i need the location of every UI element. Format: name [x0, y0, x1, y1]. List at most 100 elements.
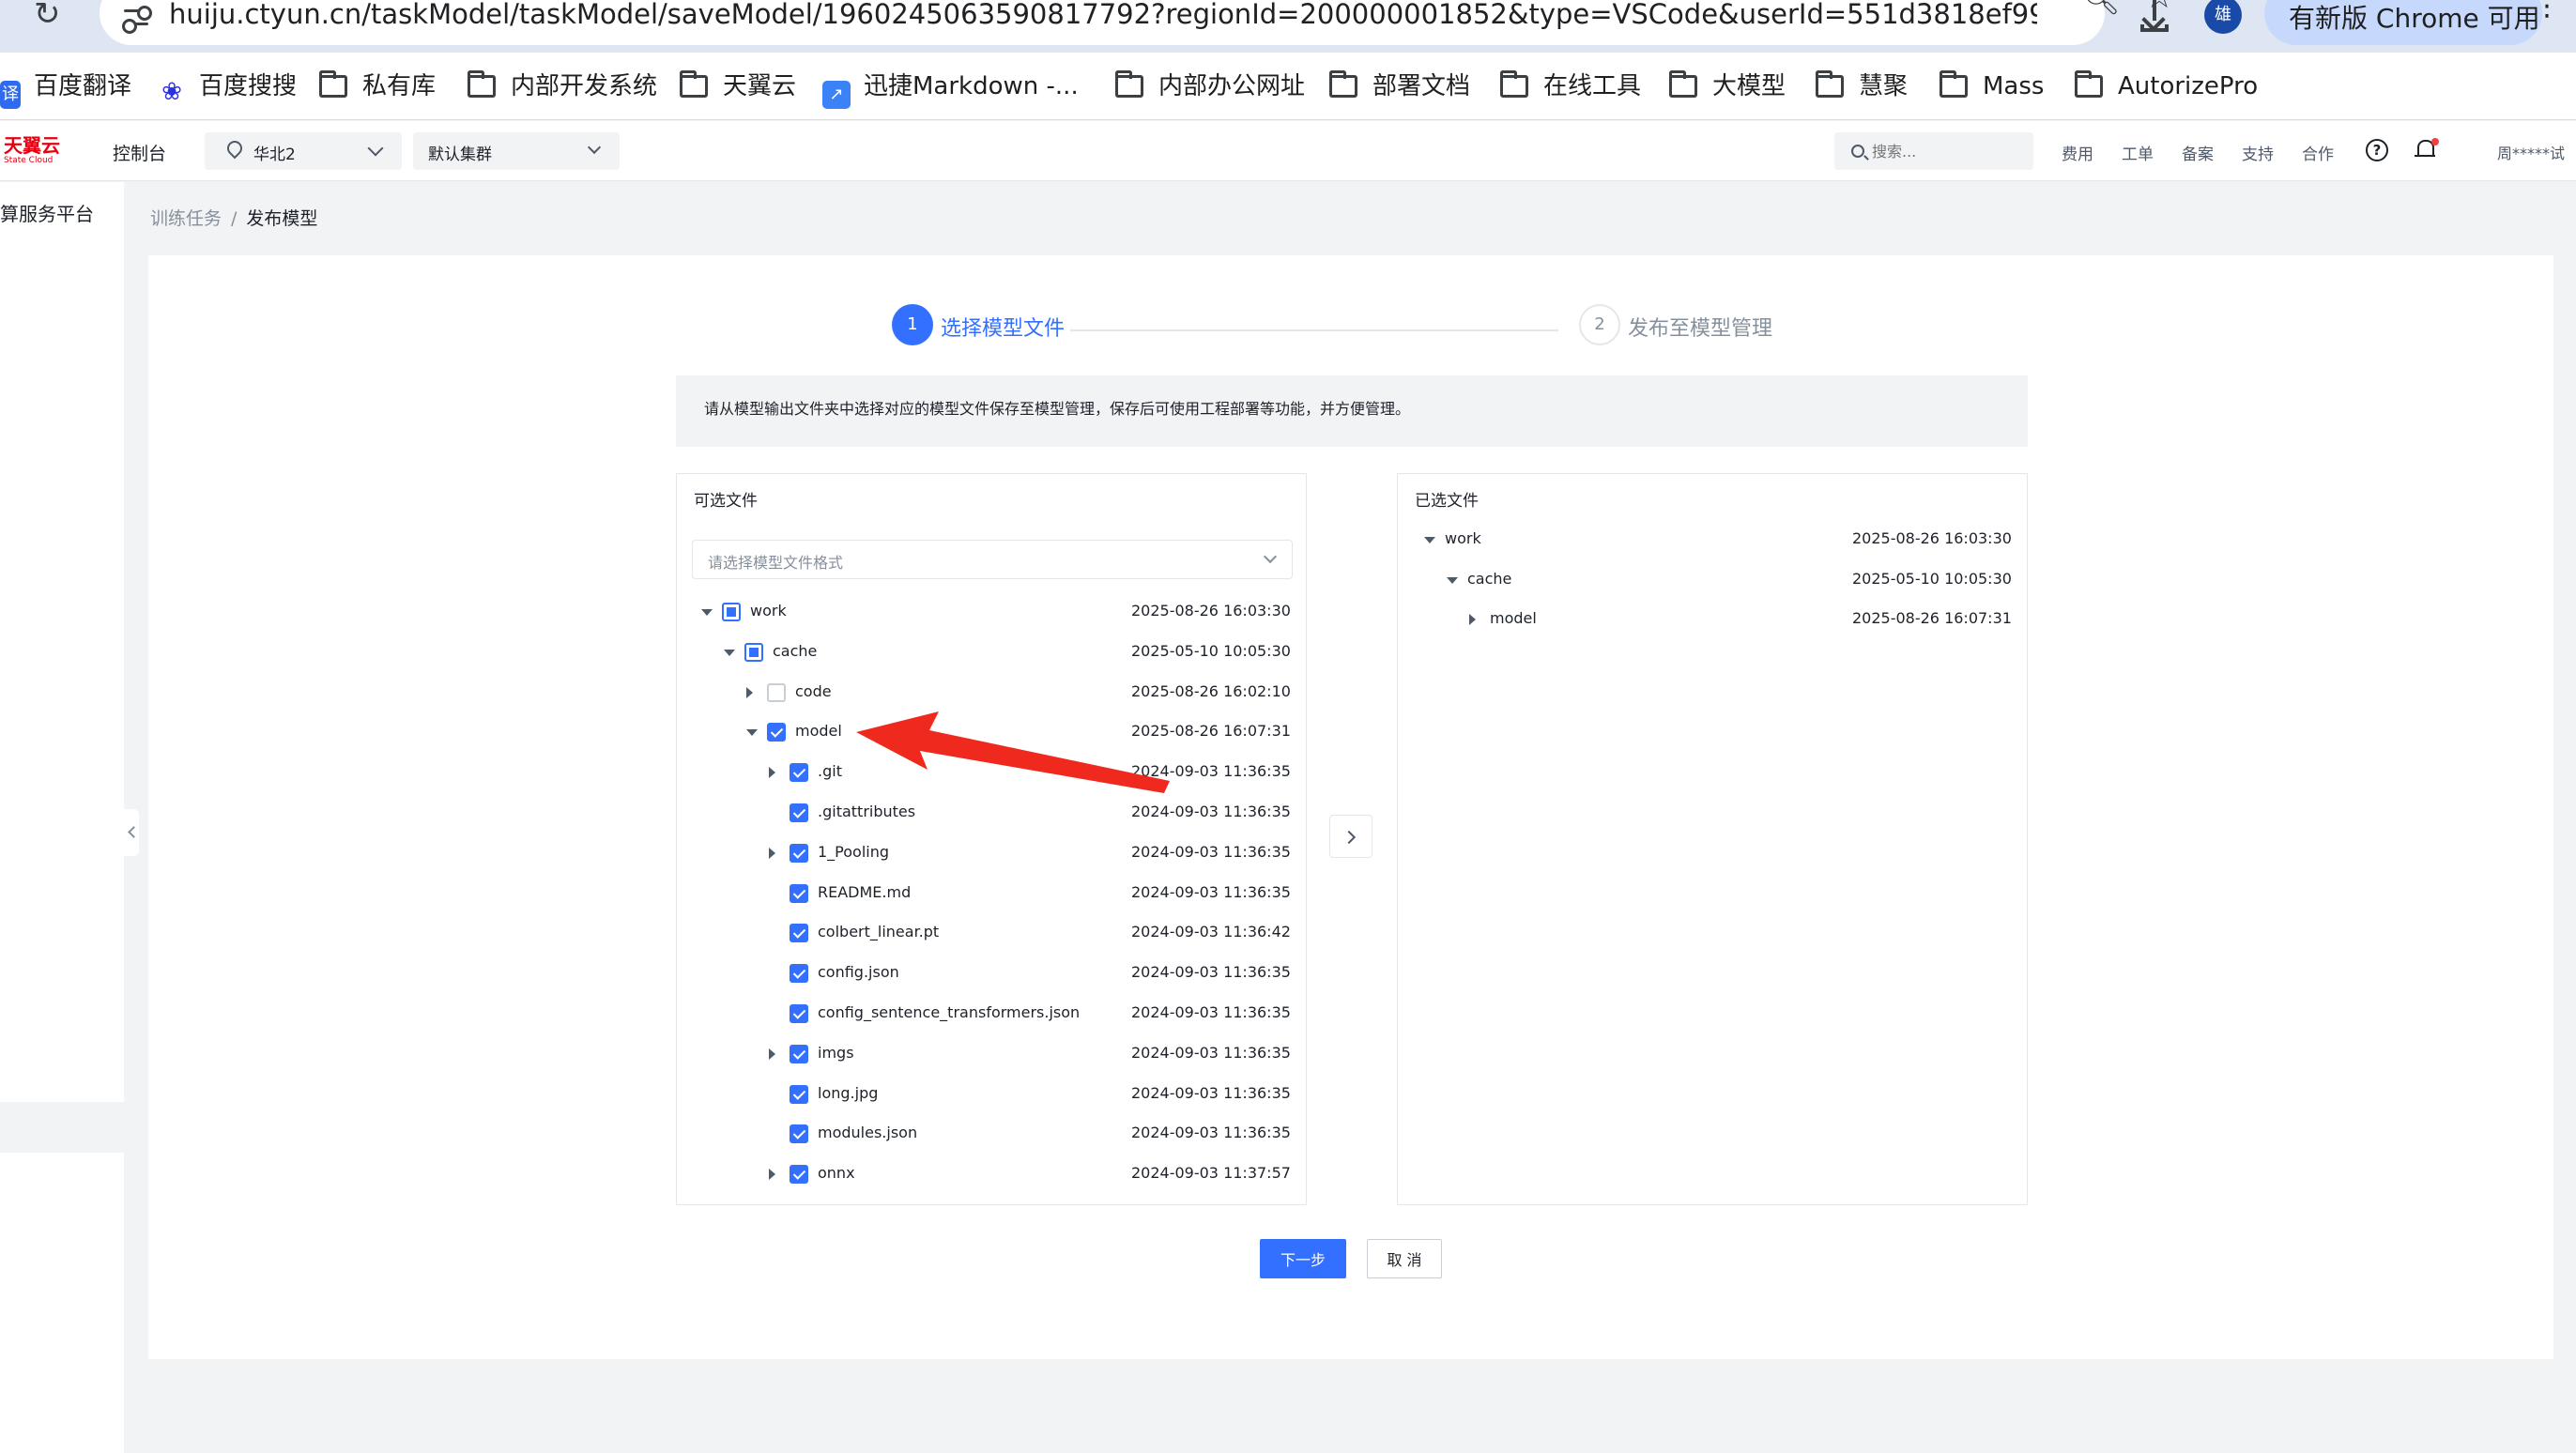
- tree-row[interactable]: model 2025-08-26 16:07:31: [677, 713, 1308, 751]
- bookmark-item[interactable]: 内部办公网址: [1115, 69, 1305, 103]
- modified-time: 2024-09-03 11:36:35: [1131, 1124, 1291, 1142]
- nav-partner[interactable]: 合作: [2302, 141, 2334, 164]
- nav-support[interactable]: 支持: [2242, 141, 2274, 164]
- breadcrumb-training-tasks[interactable]: 训练任务: [150, 208, 222, 229]
- tree-row[interactable]: onnx 2024-09-03 11:37:57: [677, 1155, 1308, 1193]
- bookmark-item[interactable]: ↗ 迅捷Markdown -...: [822, 69, 1079, 109]
- row-checkbox[interactable]: [767, 682, 786, 702]
- row-checkbox[interactable]: [790, 924, 808, 943]
- more-menu-icon[interactable]: ⋮: [2533, 0, 2561, 21]
- global-search[interactable]: [1834, 132, 2033, 170]
- caret-right-icon[interactable]: [769, 1169, 775, 1181]
- file-name: work: [750, 602, 787, 619]
- row-checkbox[interactable]: [790, 1044, 808, 1063]
- bookmark-item[interactable]: 内部开发系统: [468, 69, 657, 103]
- bookmark-item[interactable]: 天翼云: [680, 69, 796, 103]
- tree-row[interactable]: work 2025-08-26 16:03:30: [1398, 521, 2029, 558]
- bookmark-item[interactable]: 慧聚: [1816, 69, 1908, 103]
- bookmark-item[interactable]: 在线工具: [1500, 69, 1641, 103]
- bookmark-item[interactable]: AutorizePro: [2075, 69, 2258, 103]
- modified-time: 2025-08-26 16:03:30: [1131, 602, 1291, 619]
- bookmark-item[interactable]: ❀ 百度搜搜: [158, 69, 297, 106]
- row-checkbox[interactable]: [722, 603, 741, 621]
- row-checkbox[interactable]: [790, 1124, 808, 1144]
- tree-row[interactable]: cache 2025-05-10 10:05:30: [677, 634, 1308, 671]
- caret-right-icon[interactable]: [746, 686, 753, 698]
- url-text[interactable]: huiju.ctyun.cn/taskModel/taskModel/saveM…: [169, 0, 2037, 30]
- file-name: model: [1490, 609, 1537, 627]
- tree-row[interactable]: long.jpg 2024-09-03 11:36:35: [677, 1076, 1308, 1113]
- tree-row[interactable]: .gitattributes 2024-09-03 11:36:35: [677, 794, 1308, 832]
- folder-icon: [1329, 70, 1357, 98]
- bookmark-item[interactable]: Mass: [1940, 69, 2044, 103]
- region-select[interactable]: 华北2: [205, 132, 402, 170]
- address-bar[interactable]: huiju.ctyun.cn/taskModel/taskModel/saveM…: [100, 0, 2174, 45]
- nav-filing[interactable]: 备案: [2182, 141, 2214, 164]
- nav-tickets[interactable]: 工单: [2122, 141, 2154, 164]
- search-input[interactable]: [1872, 138, 2022, 164]
- bookmark-item[interactable]: 译百度翻译: [0, 69, 131, 109]
- cluster-select[interactable]: 默认集群: [413, 132, 620, 170]
- row-checkbox[interactable]: [790, 1165, 808, 1185]
- caret-right-icon[interactable]: [769, 847, 775, 859]
- row-checkbox[interactable]: [790, 843, 808, 863]
- tree-row[interactable]: model 2025-08-26 16:07:31: [1398, 601, 2029, 638]
- tree-row[interactable]: imgs 2024-09-03 11:36:35: [677, 1035, 1308, 1073]
- row-checkbox[interactable]: [744, 642, 763, 662]
- tree-row[interactable]: config_sentence_transformers.json 2024-09…: [677, 995, 1308, 1032]
- tree-row[interactable]: .git 2024-09-03 11:36:35: [677, 754, 1308, 791]
- caret-down-icon[interactable]: [701, 609, 713, 616]
- profile-avatar[interactable]: 雄: [2204, 0, 2242, 34]
- breadcrumb-current: 发布模型: [246, 208, 318, 229]
- caret-right-icon[interactable]: [769, 767, 775, 779]
- caret-right-icon[interactable]: [1469, 614, 1476, 625]
- caret-right-icon[interactable]: [769, 1048, 775, 1060]
- download-icon[interactable]: [2137, 0, 2172, 36]
- tree-row[interactable]: modules.json 2024-09-03 11:36:35: [677, 1115, 1308, 1153]
- caret-down-icon[interactable]: [746, 729, 758, 737]
- row-checkbox[interactable]: [790, 883, 808, 903]
- chrome-update-button[interactable]: 有新版 Chrome 可用 ⋮: [2264, 0, 2561, 45]
- caret-down-icon[interactable]: [724, 649, 735, 656]
- next-step-button[interactable]: 下一步: [1260, 1239, 1346, 1278]
- row-checkbox[interactable]: [790, 803, 808, 822]
- tree-row[interactable]: cache 2025-05-10 10:05:30: [1398, 561, 2029, 599]
- row-checkbox[interactable]: [790, 1084, 808, 1104]
- ctyun-logo[interactable]: 天翼云 State Cloud: [4, 136, 69, 168]
- cancel-button[interactable]: 取 消: [1367, 1239, 1442, 1278]
- bookmark-item[interactable]: 大模型: [1669, 69, 1786, 103]
- help-icon[interactable]: ?: [2366, 139, 2388, 161]
- zoom-icon[interactable]: 🔍︎: [2082, 0, 2121, 17]
- row-checkbox[interactable]: [790, 763, 808, 783]
- row-checkbox[interactable]: [767, 723, 786, 742]
- tree-row[interactable]: config.json 2024-09-03 11:36:35: [677, 955, 1308, 992]
- tree-row[interactable]: 1_Pooling 2024-09-03 11:36:35: [677, 834, 1308, 872]
- tree-row[interactable]: colbert_linear.pt 2024-09-03 11:36:42: [677, 914, 1308, 952]
- caret-down-icon[interactable]: [1424, 537, 1435, 543]
- row-checkbox[interactable]: [790, 964, 808, 984]
- model-format-select[interactable]: 请选择模型文件格式: [692, 540, 1293, 579]
- bookmark-item[interactable]: 私有库: [319, 69, 436, 103]
- breadcrumb: 训练任务 / 发布模型: [150, 205, 317, 230]
- bookmark-item[interactable]: 部署文档: [1329, 69, 1470, 103]
- console-link[interactable]: 控制台: [113, 140, 166, 165]
- tree-row[interactable]: work 2025-08-26 16:03:30: [677, 593, 1308, 631]
- sidebar-platform-title[interactable]: 算服务平台: [0, 199, 94, 226]
- user-account[interactable]: 周*****试: [2497, 141, 2565, 163]
- site-settings-icon[interactable]: [118, 2, 156, 34]
- available-files-panel: 可选文件 请选择模型文件格式 work 2025-08-26 16:03:30 ca…: [676, 473, 1307, 1205]
- instruction-notice: 请从模型输出文件夹中选择对应的模型文件保存至模型管理，保存后可使用工程部署等功能…: [676, 375, 2028, 447]
- notification-bell-icon[interactable]: [2415, 138, 2439, 162]
- transfer-right-button[interactable]: [1329, 815, 1372, 858]
- reload-icon[interactable]: ↻: [34, 0, 71, 34]
- tree-row[interactable]: code 2025-08-26 16:02:10: [677, 674, 1308, 711]
- format-placeholder: 请选择模型文件格式: [708, 554, 844, 572]
- sidebar-item-active[interactable]: [0, 1102, 124, 1153]
- bookmark-label: 天翼云: [723, 72, 797, 100]
- row-checkbox[interactable]: [790, 1004, 808, 1023]
- tree-row[interactable]: README.md 2024-09-03 11:36:35: [677, 875, 1308, 912]
- file-name: .git: [818, 762, 842, 781]
- caret-down-icon[interactable]: [1447, 576, 1458, 584]
- nav-fees[interactable]: 费用: [2062, 141, 2093, 164]
- sidebar-collapse-button[interactable]: [124, 809, 139, 856]
